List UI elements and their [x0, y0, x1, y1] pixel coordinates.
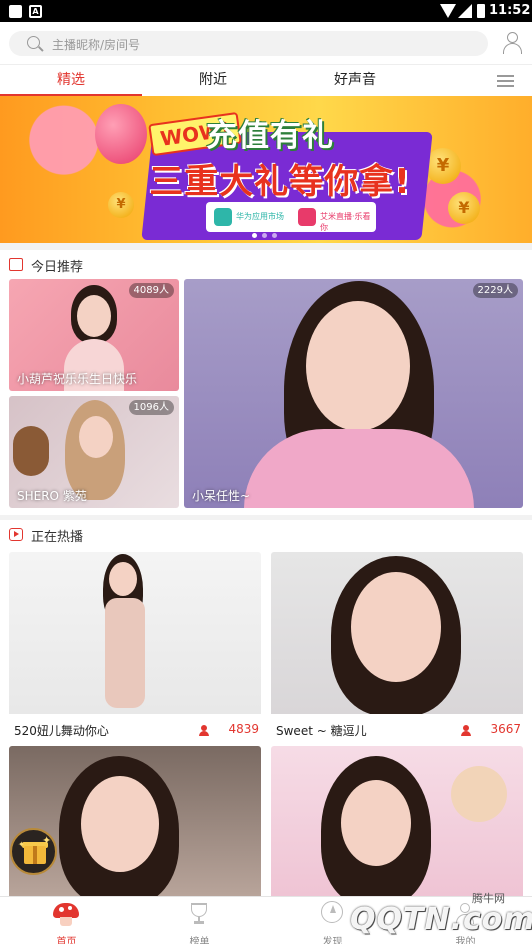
nav-rankings[interactable]: 榜单: [133, 897, 266, 944]
live-card[interactable]: Sweet ~ 糖逗儿 3667: [271, 552, 523, 740]
watermark-text: QQTN.com: [350, 902, 532, 937]
nav-label: 首页: [56, 937, 77, 944]
mushroom-home-icon: [53, 901, 79, 927]
app-logo-icon: [298, 208, 316, 226]
live-card[interactable]: [9, 746, 261, 896]
recommend-card[interactable]: 4089人 小葫芦祝乐乐生日快乐: [9, 279, 179, 391]
trophy-icon: [186, 901, 212, 927]
nav-label: 榜单: [189, 937, 210, 944]
tab-good-voice[interactable]: 好声音: [284, 65, 426, 96]
live-thumbnail: [9, 552, 261, 714]
category-tabs: 精选 附近 好声音: [0, 64, 532, 96]
recommend-card[interactable]: 2229人 小呆任性~: [184, 279, 523, 508]
search-input[interactable]: 主播昵称/房间号: [9, 31, 488, 56]
viewer-count: 1096人: [128, 400, 174, 415]
tab-nearby[interactable]: 附近: [142, 65, 284, 96]
banner-partner-logos: 华为应用市场 艾米直播·乐看你: [206, 202, 376, 232]
section-header: 今日推荐: [0, 250, 532, 278]
promo-banner[interactable]: ¥ ¥ ¥ WOW! 充值有礼 三重大礼等你拿! 华为应用市场 艾米直播·乐看你: [0, 96, 532, 243]
signal-icon: [458, 4, 472, 18]
portrait-face: [81, 776, 159, 872]
portrait-face: [79, 416, 113, 458]
portrait-face: [306, 301, 410, 431]
gift-floating-button[interactable]: ✦ ✦: [10, 828, 57, 875]
user-profile-icon[interactable]: [502, 31, 523, 55]
teddy-bear-illustration: [13, 426, 49, 476]
viewer-count: 2229人: [472, 283, 518, 298]
portrait-face: [341, 780, 411, 866]
streamer-name: 520妞儿舞动你心: [14, 724, 109, 738]
battery-icon: [477, 4, 485, 18]
viewer-count: 3667: [490, 722, 521, 736]
section-title: 今日推荐: [31, 260, 84, 275]
nav-home[interactable]: 首页: [0, 897, 133, 944]
partner-1-label: 华为应用市场: [236, 212, 284, 221]
huawei-appstore-icon: [214, 208, 232, 226]
viewer-count: 4089人: [128, 283, 174, 298]
wifi-icon: [440, 4, 456, 18]
search-icon: [27, 36, 40, 49]
status-bar: A 11:52: [0, 0, 532, 22]
status-time: 11:52: [489, 3, 531, 18]
site-watermark: 腾牛网 QQTN.com: [322, 886, 532, 944]
portrait-body: [244, 429, 474, 508]
live-now-section: 正在热播 520妞儿舞动你心 4839 Sweet ~ 糖逗儿 3667: [0, 520, 532, 896]
live-thumbnail: [271, 552, 523, 714]
section-title: 正在热播: [31, 530, 84, 545]
thumbs-up-icon: [9, 258, 23, 271]
tab-featured[interactable]: 精选: [0, 65, 142, 96]
sparkle-icon: ✦: [18, 840, 25, 849]
card-caption: 小葫芦祝乐乐生日快乐: [17, 372, 138, 386]
carousel-dot: [252, 233, 257, 238]
search-placeholder: 主播昵称/房间号: [52, 38, 141, 52]
card-caption: 小呆任性~: [192, 489, 251, 503]
viewer-count: 4839: [228, 722, 259, 736]
coin-illustration: ¥: [448, 192, 480, 224]
plush-toy-illustration: [451, 766, 507, 822]
coin-illustration: ¥: [108, 192, 134, 218]
portrait-face: [109, 562, 137, 596]
recommend-card[interactable]: 1096人 SHERO 紫苑: [9, 396, 179, 508]
portrait-face: [77, 295, 111, 337]
portrait-body: [105, 598, 145, 708]
viewer-person-icon: [199, 725, 209, 736]
carousel-dot: [262, 233, 267, 238]
portrait-face: [351, 572, 441, 682]
notification-icon: [9, 5, 22, 18]
viewer-person-icon: [461, 725, 471, 736]
card-caption: SHERO 紫苑: [17, 489, 87, 503]
tv-icon: [9, 528, 23, 541]
live-thumbnail: [271, 746, 523, 896]
partner-2-label: 艾米直播·乐看你: [320, 212, 371, 232]
hamburger-menu-icon[interactable]: [497, 75, 514, 87]
sparkle-icon: ✦: [42, 834, 52, 847]
search-bar: 主播昵称/房间号: [0, 22, 532, 64]
banner-headline: 充值有礼: [206, 118, 334, 154]
today-recommend-section: 今日推荐 4089人 小葫芦祝乐乐生日快乐 1096人 SHERO 紫苑 222…: [0, 250, 532, 515]
live-thumbnail: [9, 746, 261, 896]
section-header: 正在热播: [0, 520, 532, 548]
live-card[interactable]: 520妞儿舞动你心 4839: [9, 552, 261, 740]
app-notification-icon: A: [29, 5, 42, 18]
banner-subline: 三重大礼等你拿!: [149, 162, 411, 202]
streamer-name: Sweet ~ 糖逗儿: [276, 724, 367, 738]
gift-box-icon: [24, 846, 46, 864]
live-card[interactable]: [271, 746, 523, 896]
carousel-dot: [272, 233, 277, 238]
